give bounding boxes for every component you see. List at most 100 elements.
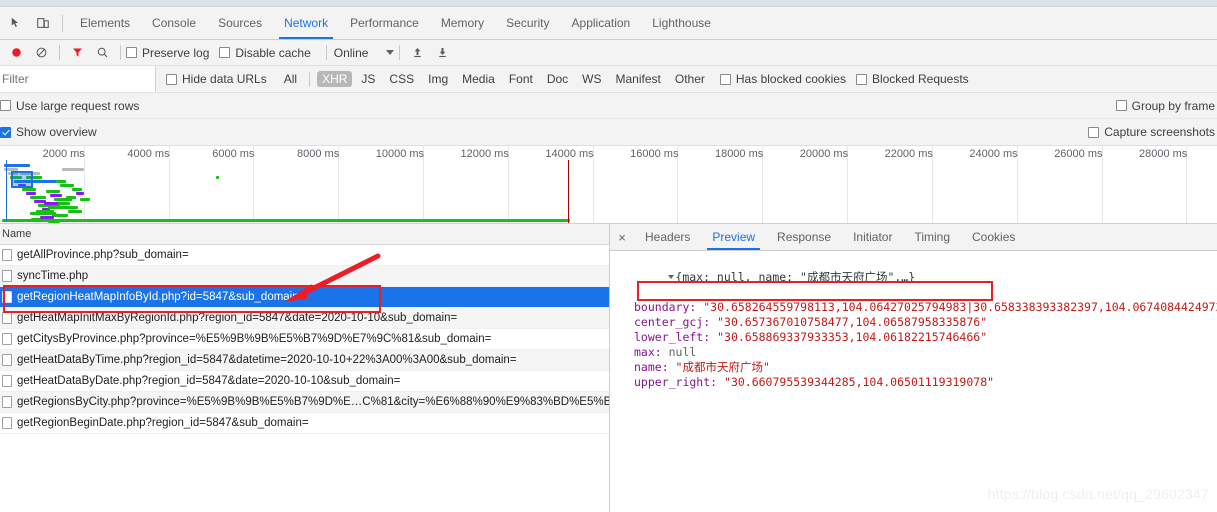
throttling-select[interactable]: Online xyxy=(332,46,395,60)
network-settings-pane: Use large request rows Group by frame Sh… xyxy=(0,93,1217,146)
blocked-requests-checkbox[interactable]: Blocked Requests xyxy=(855,72,969,86)
overview-total-bar xyxy=(2,219,571,222)
request-name: getRegionHeatMapInfoById.php?id=5847&sub… xyxy=(17,291,306,303)
overview-tick-label: 28000 ms xyxy=(1139,148,1188,160)
type-filter-manifest[interactable]: Manifest xyxy=(611,71,666,87)
record-icon[interactable] xyxy=(4,41,29,65)
blocked-requests-box[interactable] xyxy=(855,73,867,85)
detail-tab-preview[interactable]: Preview xyxy=(701,224,766,250)
table-row[interactable]: syncTime.php xyxy=(0,266,609,287)
filter-input[interactable] xyxy=(0,66,156,92)
disable-cache-checkbox[interactable]: Disable cache xyxy=(219,46,311,60)
json-root-row[interactable]: {max: null, name: "成都市天府广场",…} xyxy=(614,255,1217,300)
use-large-request-rows-label: Use large request rows xyxy=(16,98,140,113)
json-field-row[interactable]: name: "成都市天府广场" xyxy=(614,360,1217,375)
preserve-log-box[interactable] xyxy=(126,47,137,58)
tab-performance[interactable]: Performance xyxy=(339,7,430,39)
capture-screenshots-box[interactable] xyxy=(1088,126,1100,138)
detail-tab-cookies[interactable]: Cookies xyxy=(961,224,1026,250)
json-field-row[interactable]: upper_right: "30.660795539344285,104.065… xyxy=(614,375,1217,390)
tab-application[interactable]: Application xyxy=(561,7,642,39)
request-name: getRegionsByCity.php?province=%E5%9B%9B%… xyxy=(17,396,609,408)
table-row[interactable]: getRegionsByCity.php?province=%E5%9B%9B%… xyxy=(0,392,609,413)
json-field-key: name: xyxy=(634,360,676,374)
json-field-value: "30.658869337933353,104.06182215746466" xyxy=(717,330,988,344)
tab-security[interactable]: Security xyxy=(495,7,560,39)
overview-request-bar xyxy=(72,188,82,191)
preserve-log-checkbox[interactable]: Preserve log xyxy=(126,46,209,60)
has-blocked-cookies-box[interactable] xyxy=(719,73,731,85)
detail-tab-initiator[interactable]: Initiator xyxy=(842,224,903,250)
json-field-row[interactable]: lower_left: "30.658869337933353,104.0618… xyxy=(614,330,1217,345)
type-filter-doc[interactable]: Doc xyxy=(542,71,573,87)
preserve-log-label: Preserve log xyxy=(142,45,210,60)
chevron-down-icon[interactable] xyxy=(386,50,395,55)
group-by-frame-box[interactable] xyxy=(1115,100,1127,111)
tab-lighthouse[interactable]: Lighthouse xyxy=(641,7,722,39)
capture-screenshots-checkbox[interactable]: Capture screenshots xyxy=(1088,125,1215,139)
overview-request-bar xyxy=(30,196,46,199)
import-har-icon[interactable] xyxy=(405,41,430,65)
overview-request-bar xyxy=(216,176,219,179)
type-filter-other[interactable]: Other xyxy=(670,71,710,87)
document-icon xyxy=(2,396,12,408)
close-icon[interactable]: × xyxy=(610,224,634,250)
detail-tabbar: × Headers Preview Response Initiator Tim… xyxy=(610,224,1217,251)
table-row[interactable]: getHeatDataByDate.php?region_id=5847&dat… xyxy=(0,371,609,392)
show-overview-box[interactable] xyxy=(0,126,11,138)
show-overview-checkbox[interactable]: Show overview xyxy=(0,125,97,139)
table-row[interactable]: getAllProvince.php?sub_domain= xyxy=(0,245,609,266)
table-row[interactable]: getHeatMapInitMaxByRegionId.php?region_i… xyxy=(0,308,609,329)
type-filter-ws[interactable]: WS xyxy=(577,71,606,87)
export-har-icon[interactable] xyxy=(430,41,455,65)
network-overview-timeline[interactable]: 2000 ms 4000 ms 6000 ms 8000 ms 10000 ms 1200… xyxy=(0,146,1217,224)
type-filter-media[interactable]: Media xyxy=(457,71,500,87)
disable-cache-box[interactable] xyxy=(219,47,231,58)
json-preview-viewer[interactable]: {max: null, name: "成都市天府广场",…} boundary:… xyxy=(610,251,1217,512)
request-name: syncTime.php xyxy=(17,270,89,282)
tab-console[interactable]: Console xyxy=(141,7,207,39)
tab-elements[interactable]: Elements xyxy=(69,7,141,39)
inspect-element-icon[interactable] xyxy=(4,10,30,36)
table-row[interactable]: getHeatDataByTime.php?region_id=5847&dat… xyxy=(0,350,609,371)
show-overview-label: Show overview xyxy=(16,125,97,139)
table-row[interactable]: getCitysByProvince.php?province=%E5%9B%9… xyxy=(0,329,609,350)
json-field-row[interactable]: center_gcj: "30.657367010758477,104.0658… xyxy=(614,315,1217,330)
overview-selection-box[interactable] xyxy=(11,171,33,188)
has-blocked-cookies-checkbox[interactable]: Has blocked cookies xyxy=(719,72,846,86)
json-field-row[interactable]: boundary: "30.658264559798113,104.064270… xyxy=(614,300,1217,315)
tab-sources[interactable]: Sources xyxy=(207,7,273,39)
network-split-view: Name getAllProvince.php?sub_domain= syncT… xyxy=(0,224,1217,512)
detail-tab-headers[interactable]: Headers xyxy=(634,224,701,250)
filter-icon[interactable] xyxy=(65,41,90,65)
request-name: getAllProvince.php?sub_domain= xyxy=(17,249,189,261)
search-icon[interactable] xyxy=(90,41,115,65)
hide-data-urls-box[interactable] xyxy=(166,73,177,85)
json-field-row[interactable]: max: null xyxy=(614,345,1217,360)
json-root-summary: {max: null, name: "成都市天府广场",…} xyxy=(675,270,916,284)
type-filter-xhr[interactable]: XHR xyxy=(317,71,353,87)
settings-row-1: Use large request rows Group by frame xyxy=(0,93,1217,119)
detail-tab-response[interactable]: Response xyxy=(766,224,842,250)
table-row[interactable]: getRegionBeginDate.php?region_id=5847&su… xyxy=(0,413,609,434)
json-fields-container: boundary: "30.658264559798113,104.064270… xyxy=(614,300,1217,390)
type-filter-all[interactable]: All xyxy=(279,71,302,87)
type-filter-js[interactable]: JS xyxy=(356,71,380,87)
use-large-request-rows-checkbox[interactable]: Use large request rows xyxy=(0,99,139,113)
clear-icon[interactable] xyxy=(29,41,54,65)
tab-memory[interactable]: Memory xyxy=(430,7,495,39)
request-column-header[interactable]: Name xyxy=(0,224,609,245)
use-large-request-rows-box[interactable] xyxy=(0,100,11,111)
group-by-frame-checkbox[interactable]: Group by frame xyxy=(1115,99,1215,113)
overview-request-bar xyxy=(50,194,62,197)
expand-triangle-icon[interactable] xyxy=(668,275,675,279)
detail-tab-timing[interactable]: Timing xyxy=(903,224,961,250)
type-filter-font[interactable]: Font xyxy=(504,71,538,87)
hide-data-urls-checkbox[interactable]: Hide data URLs xyxy=(166,72,267,86)
tab-network[interactable]: Network xyxy=(273,7,339,39)
request-rows-container: getAllProvince.php?sub_domain= syncTime.p… xyxy=(0,245,609,434)
type-filter-css[interactable]: CSS xyxy=(384,71,419,87)
type-filter-img[interactable]: Img xyxy=(423,71,453,87)
device-toolbar-icon[interactable] xyxy=(30,10,56,36)
table-row[interactable]: getRegionHeatMapInfoById.php?id=5847&sub… xyxy=(0,287,609,308)
